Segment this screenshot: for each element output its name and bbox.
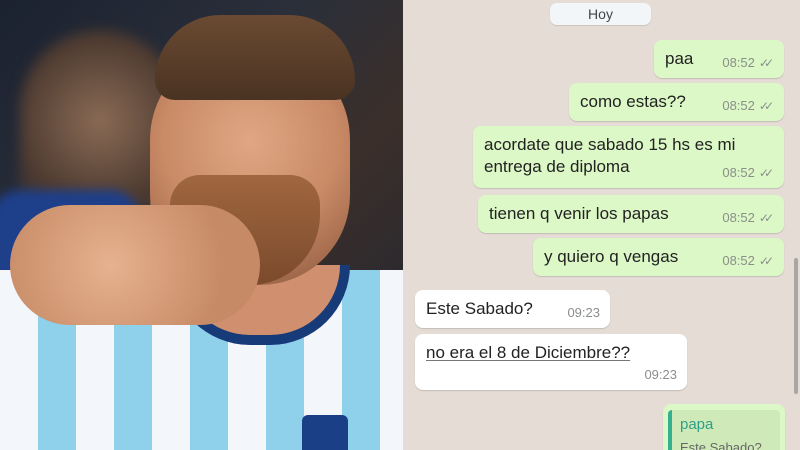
message-meta: 08:52 ✓✓ (722, 95, 774, 117)
chat-panel[interactable]: Hoy paa 08:52 ✓✓ como estas?? 08:52 ✓✓ aco… (403, 0, 800, 450)
message-text: tienen q venir los papas (489, 204, 669, 223)
message-meta: 08:52 ✓✓ (722, 52, 774, 74)
message-time: 08:52 (722, 210, 755, 225)
double-check-icon: ✓✓ (758, 211, 774, 225)
scrollbar[interactable] (794, 258, 798, 394)
quoted-author: papa (680, 416, 714, 433)
double-check-icon: ✓✓ (758, 99, 774, 113)
message-text: Este Sabado? (426, 299, 533, 318)
message-text-line: entrega de diploma (484, 157, 630, 176)
message-text: paa (665, 49, 694, 68)
message-bubble-incoming[interactable]: Este Sabado? 09:23 (415, 290, 610, 328)
message-bubble-outgoing[interactable]: como estas?? 08:52 ✓✓ (569, 83, 784, 121)
quoted-message[interactable]: papa Este Sabado? (668, 410, 780, 450)
message-bubble-outgoing[interactable]: y quiero q vengas 08:52 ✓✓ (533, 238, 784, 276)
player-photo (0, 0, 403, 450)
message-time: 08:52 (722, 98, 755, 113)
message-time: 09:23 (567, 305, 600, 320)
message-meta: 09:23 (567, 302, 600, 324)
date-separator: Hoy (550, 3, 651, 25)
message-text: no era el 8 de Diciembre?? (426, 342, 630, 364)
message-bubble-incoming[interactable]: no era el 8 de Diciembre?? 09:23 (415, 334, 687, 390)
heart-hands (10, 205, 260, 325)
message-bubble-outgoing[interactable]: paa 08:52 ✓✓ (654, 40, 784, 78)
player-hair (155, 15, 355, 100)
message-bubble-outgoing[interactable]: acordate que sabado 15 hs es mi entrega d… (473, 126, 784, 188)
double-check-icon: ✓✓ (758, 166, 774, 180)
quoted-text: Este Sabado? (680, 440, 762, 450)
reply-preview-bubble[interactable]: papa Este Sabado? (663, 404, 785, 450)
message-text-line: acordate que sabado 15 hs es mi (484, 135, 736, 154)
message-time: 08:52 (722, 253, 755, 268)
double-check-icon: ✓✓ (758, 56, 774, 70)
message-time: 08:52 (722, 55, 755, 70)
message-time: 09:23 (644, 367, 677, 382)
jersey-crest (302, 415, 348, 450)
message-meta: 08:52 ✓✓ (722, 162, 774, 184)
message-text: como estas?? (580, 92, 686, 111)
message-text: acordate que sabado 15 hs es mi entrega d… (484, 134, 735, 178)
message-meta: 08:52 ✓✓ (722, 250, 774, 272)
double-check-icon: ✓✓ (758, 254, 774, 268)
message-text-line: no era el 8 de Diciembre?? (426, 343, 631, 362)
message-time: 08:52 (722, 165, 755, 180)
message-text: y quiero q vengas (544, 247, 679, 266)
message-bubble-outgoing[interactable]: tienen q venir los papas 08:52 ✓✓ (478, 195, 784, 233)
message-meta: 08:52 ✓✓ (722, 207, 774, 229)
message-meta: 09:23 (644, 364, 677, 386)
